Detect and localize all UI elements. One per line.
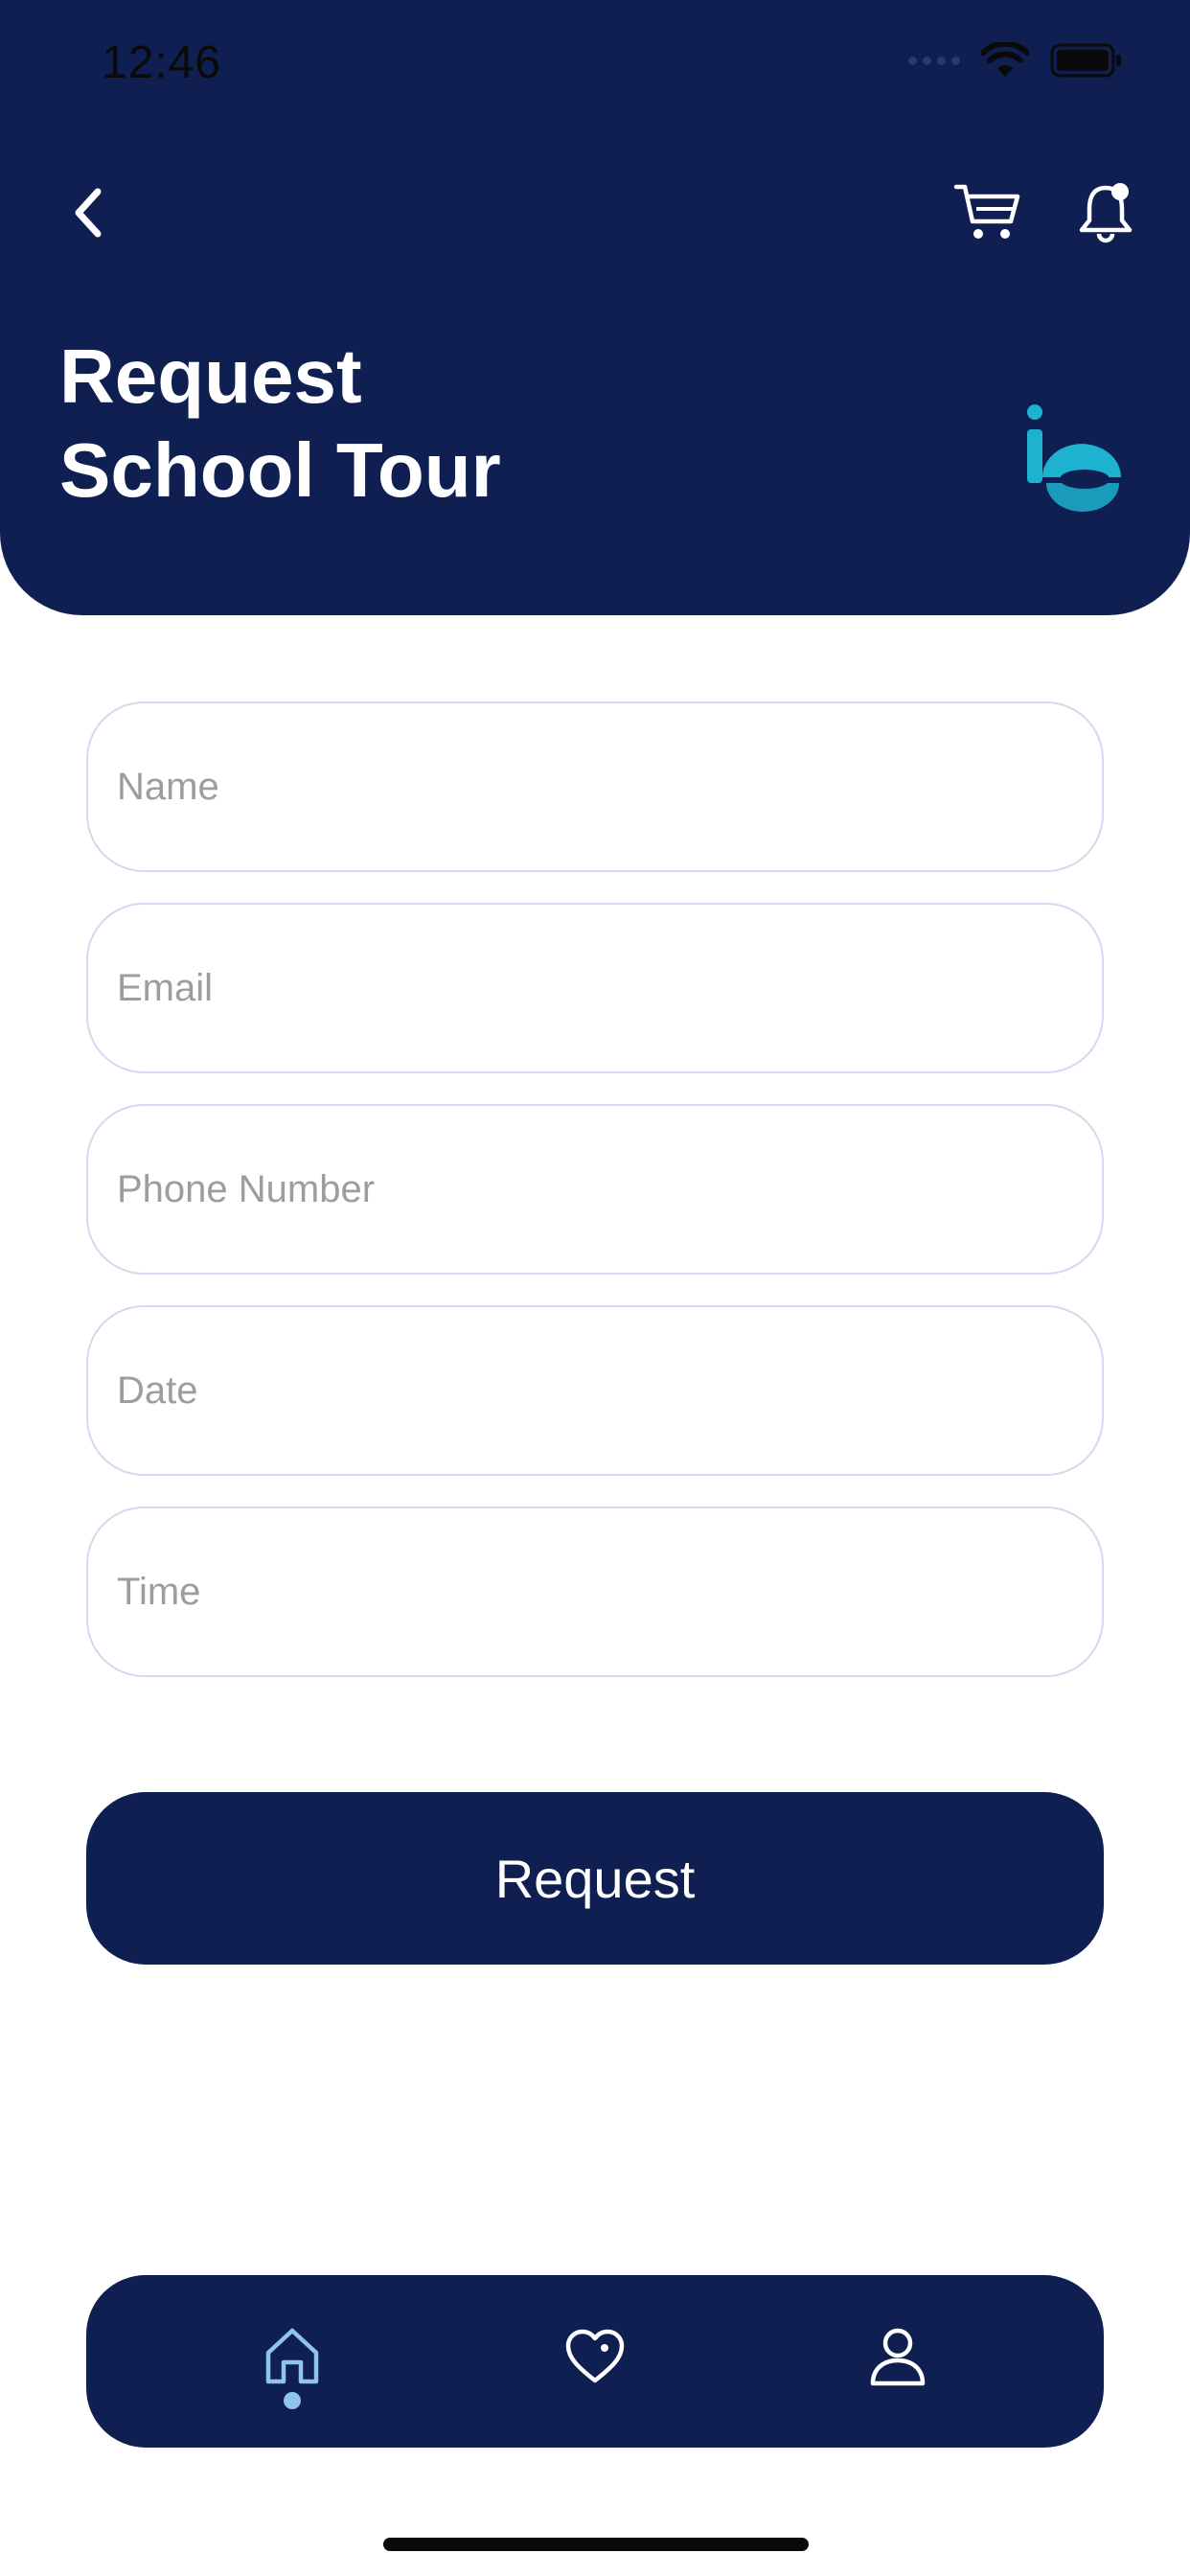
page-title-line2: School Tour	[59, 427, 501, 513]
heart-icon	[565, 2329, 625, 2383]
bell-icon	[1079, 183, 1133, 243]
bottom-nav	[86, 2275, 1104, 2448]
status-time: 12:46	[102, 37, 222, 88]
time-input[interactable]	[117, 1570, 1102, 1614]
nav-home[interactable]	[249, 2313, 335, 2400]
screen: 12:46 Request School Tour Name Email Pho…	[0, 0, 1190, 2576]
user-icon	[870, 2328, 926, 2386]
status-icons	[908, 42, 1123, 79]
battery-icon	[1050, 43, 1121, 78]
email-field[interactable]	[86, 903, 1104, 1073]
back-button[interactable]	[57, 178, 119, 247]
name-field[interactable]	[86, 702, 1104, 872]
notification-button[interactable]	[1075, 178, 1136, 245]
date-input[interactable]	[117, 1368, 1102, 1413]
nav-profile[interactable]	[855, 2313, 941, 2400]
phone-field[interactable]	[86, 1104, 1104, 1275]
time-field[interactable]	[86, 1506, 1104, 1677]
page-title: Request School Tour	[59, 330, 501, 518]
home-icon	[265, 2328, 319, 2384]
header: 12:46 Request School Tour	[0, 0, 1190, 615]
signal-icon	[908, 56, 960, 65]
name-input[interactable]	[117, 765, 1102, 809]
nav-favorites[interactable]	[552, 2313, 638, 2400]
request-button[interactable]: Request	[86, 1792, 1104, 1965]
email-input[interactable]	[117, 966, 1102, 1010]
page-title-line1: Request	[59, 334, 362, 419]
date-field[interactable]	[86, 1305, 1104, 1476]
brand-logo	[1027, 404, 1121, 512]
cart-button[interactable]	[952, 178, 1023, 245]
chevron-left-icon	[75, 188, 102, 238]
phone-input[interactable]	[117, 1167, 1102, 1211]
active-indicator	[284, 2392, 301, 2409]
home-indicator	[383, 2538, 809, 2551]
cart-icon	[953, 184, 1020, 239]
wifi-icon	[981, 42, 1029, 77]
